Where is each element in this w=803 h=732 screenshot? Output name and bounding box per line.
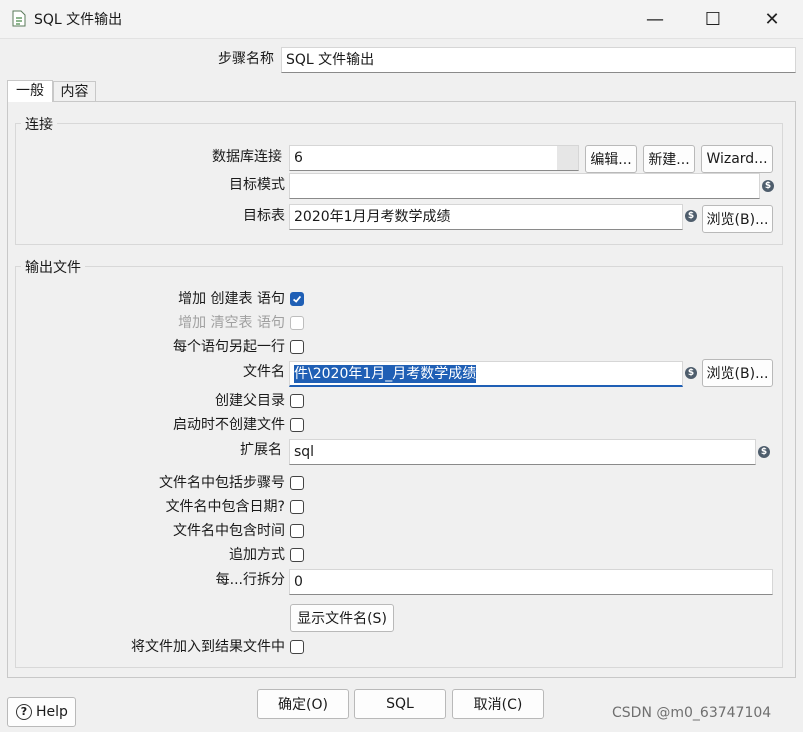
db-connection-value: 6 <box>294 150 303 166</box>
browse-table-button[interactable]: 浏览(B)... <box>702 205 773 233</box>
edit-connection-button[interactable]: 编辑... <box>585 145 637 173</box>
include-date-label: 文件名中包含日期? <box>165 499 285 515</box>
connection-group-title: 连接 <box>21 114 57 134</box>
browse-file-button[interactable]: 浏览(B)... <box>702 359 773 387</box>
minimize-button[interactable]: — <box>626 0 684 38</box>
help-label: Help <box>36 704 68 720</box>
create-table-checkbox[interactable] <box>290 292 304 306</box>
cancel-button[interactable]: 取消(C) <box>452 689 544 719</box>
show-filenames-button[interactable]: 显示文件名(S) <box>290 604 394 632</box>
maximize-button[interactable]: ☐ <box>684 0 742 38</box>
create-table-label: 增加 创建表 语句 <box>178 291 285 307</box>
no-create-at-start-label: 启动时不创建文件 <box>173 417 285 433</box>
output-file-group-title: 输出文件 <box>21 257 85 277</box>
db-connection-select[interactable]: 6 <box>289 145 579 171</box>
filename-label: 文件名 <box>243 364 285 380</box>
step-name-label: 步骤名称 <box>218 51 274 67</box>
include-stepnr-checkbox[interactable] <box>290 476 304 490</box>
target-schema-label: 目标模式 <box>229 177 285 193</box>
add-to-result-checkbox[interactable] <box>290 640 304 654</box>
dropdown-arrow-icon[interactable] <box>557 146 578 170</box>
append-checkbox[interactable] <box>290 548 304 562</box>
help-button[interactable]: ? Help <box>7 697 76 727</box>
sql-button[interactable]: SQL <box>354 689 446 719</box>
target-table-label: 目标表 <box>243 208 285 224</box>
include-time-label: 文件名中包含时间 <box>173 523 285 539</box>
window-title: SQL 文件输出 <box>34 12 123 28</box>
truncate-table-label: 增加 清空表 语句 <box>178 315 285 331</box>
include-stepnr-label: 文件名中包括步骤号 <box>159 475 285 491</box>
extension-input[interactable]: sql <box>289 439 756 465</box>
split-every-input[interactable]: 0 <box>289 569 773 595</box>
create-parent-dir-label: 创建父目录 <box>215 393 285 409</box>
tab-general[interactable]: 一般 <box>7 80 53 102</box>
filename-input[interactable]: 件\2020年1月_月考数学成绩 <box>289 361 683 387</box>
include-date-checkbox[interactable] <box>290 500 304 514</box>
split-every-label: 每...行拆分 <box>215 572 285 588</box>
watermark: CSDN @m0_63747104 <box>612 705 772 721</box>
variable-icon: $ <box>762 180 774 192</box>
db-connection-label: 数据库连接 <box>212 149 282 165</box>
ok-button[interactable]: 确定(O) <box>257 689 349 719</box>
newline-label: 每个语句另起一行 <box>173 339 285 355</box>
step-name-input[interactable]: SQL 文件输出 <box>281 47 796 73</box>
variable-icon: $ <box>685 210 697 222</box>
no-create-at-start-checkbox[interactable] <box>290 418 304 432</box>
include-time-checkbox[interactable] <box>290 524 304 538</box>
variable-icon: $ <box>758 446 770 458</box>
add-to-result-label: 将文件加入到结果文件中 <box>131 639 285 655</box>
variable-icon: $ <box>685 367 697 379</box>
help-icon: ? <box>16 704 32 720</box>
document-icon <box>12 10 26 27</box>
close-button[interactable]: ✕ <box>743 0 801 38</box>
append-label: 追加方式 <box>229 547 285 563</box>
extension-label: 扩展名 <box>240 442 282 458</box>
target-table-input[interactable]: 2020年1月月考数学成绩 <box>289 204 683 230</box>
newline-checkbox[interactable] <box>290 340 304 354</box>
title-bar: SQL 文件输出 — ☐ ✕ <box>0 0 803 39</box>
filename-selected-text: 件\2020年1月_月考数学成绩 <box>294 365 477 383</box>
truncate-table-checkbox <box>290 316 304 330</box>
tab-content[interactable]: 内容 <box>53 81 96 101</box>
new-connection-button[interactable]: 新建... <box>643 145 695 173</box>
wizard-button[interactable]: Wizard... <box>701 145 773 173</box>
create-parent-dir-checkbox[interactable] <box>290 394 304 408</box>
target-schema-input[interactable] <box>289 173 760 199</box>
